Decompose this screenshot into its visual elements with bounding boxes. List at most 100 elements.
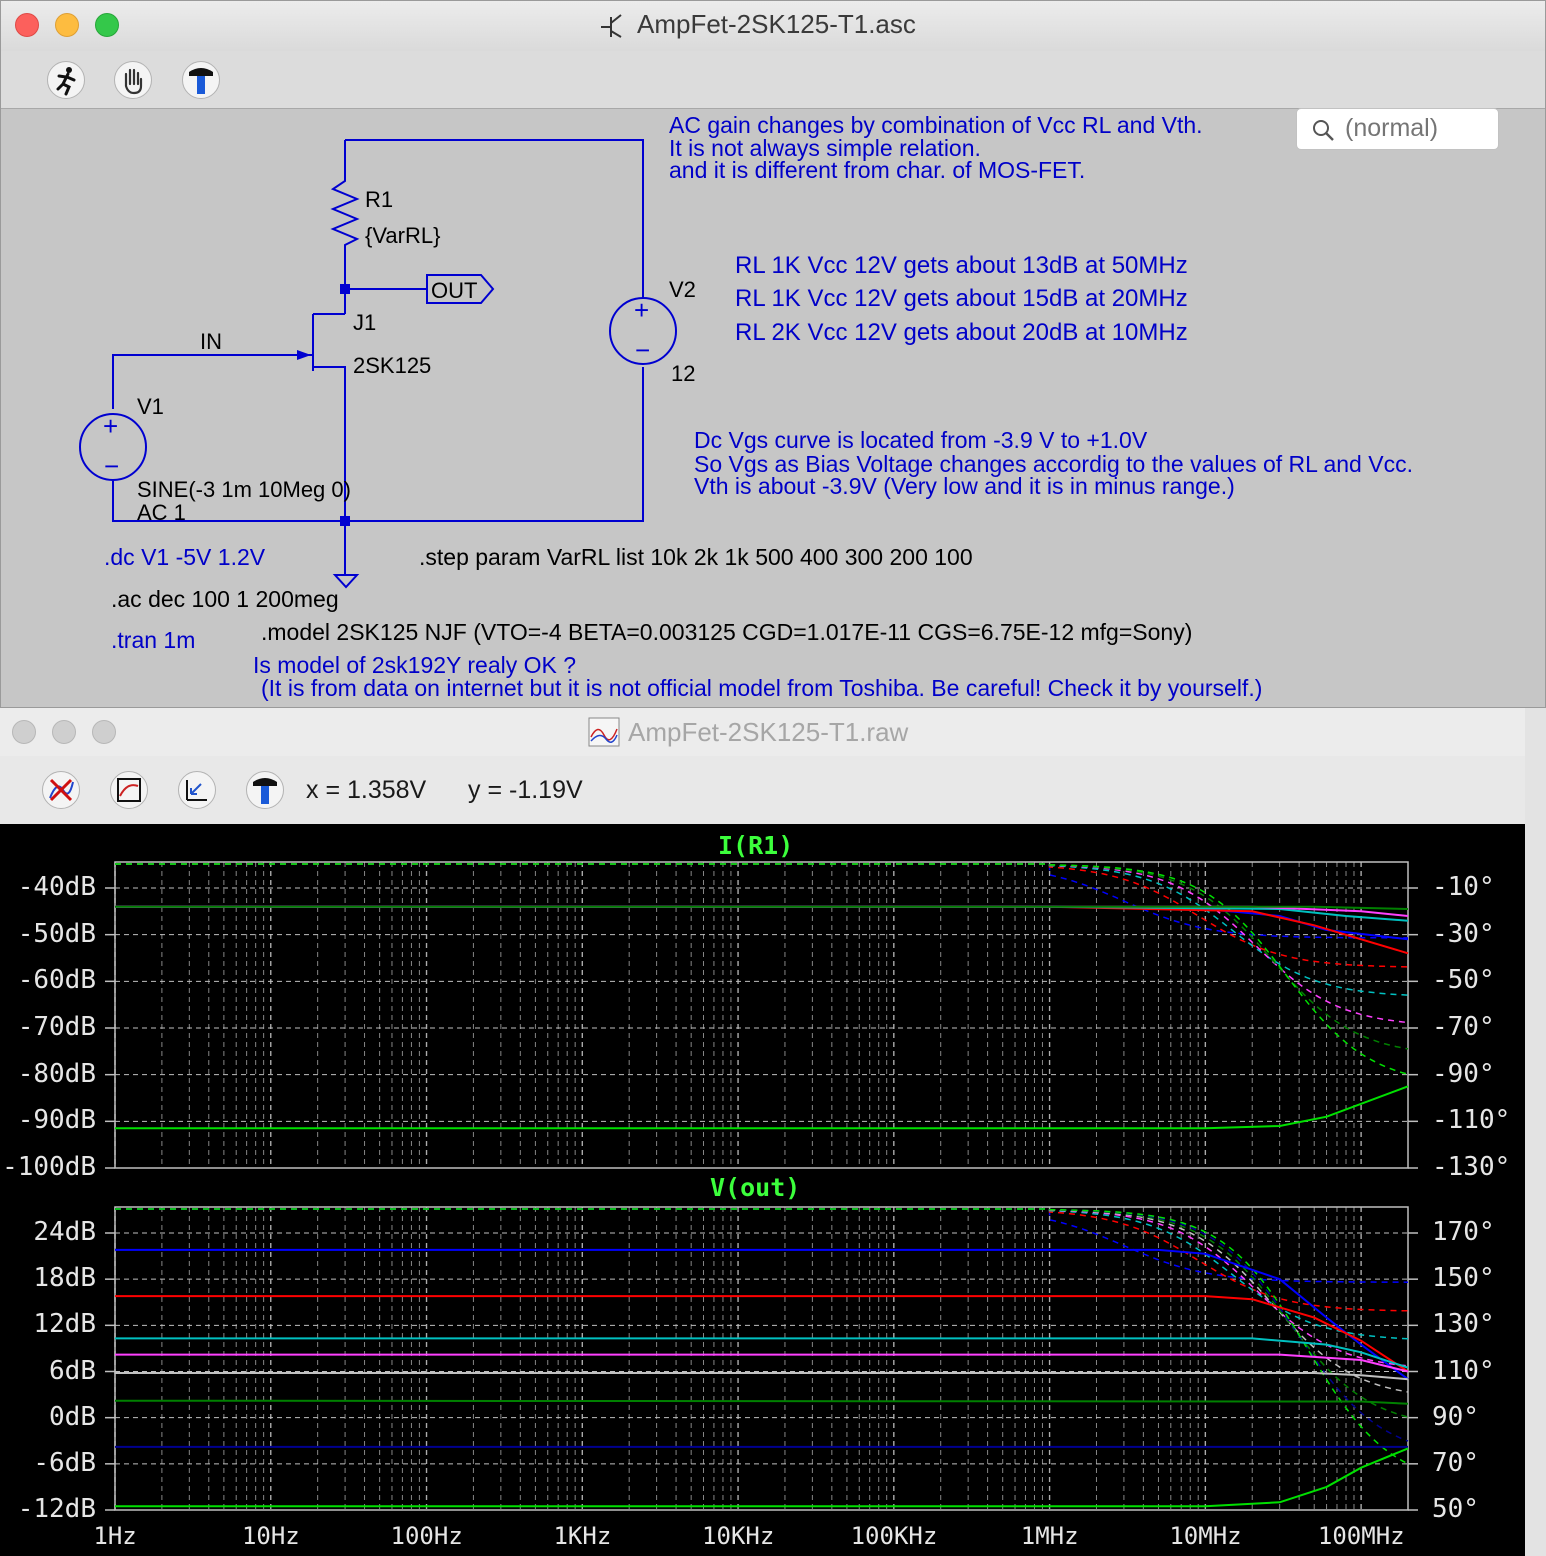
autorange-icon (117, 778, 141, 802)
pane-title-v-out[interactable]: V(out) (710, 1173, 800, 1202)
magnitude-trace (115, 1447, 1409, 1508)
v1-plus: + (103, 411, 119, 441)
y-tick-label: -90dB (17, 1105, 96, 1136)
y-tick-label: -50dB (17, 918, 96, 949)
schematic-titlebar: AmpFet-2SK125-T1.asc (1, 1, 1545, 52)
v2-name[interactable]: V2 (669, 279, 696, 301)
directive-model[interactable]: .model 2SK125 NJF (VTO=-4 BETA=0.003125 … (261, 620, 1192, 644)
magnitude-trace (115, 1353, 1409, 1373)
phase-trace (115, 863, 1409, 1050)
y-tick-label: 24dB (33, 1217, 96, 1247)
note-rl-2[interactable]: RL 1K Vcc 12V gets about 15dB at 20MHz (735, 287, 1188, 311)
zoom-button[interactable] (95, 13, 119, 37)
r1-name[interactable]: R1 (365, 189, 393, 211)
wire-v2-top (345, 139, 644, 299)
note-gain-1[interactable]: AC gain changes by combination of Vcc RL… (669, 114, 1203, 137)
phase-trace (115, 863, 1409, 1075)
y2-tick-label: -50° (1432, 965, 1495, 996)
v2-value[interactable]: 12 (671, 363, 695, 385)
y-readout: y = -1.19V (468, 776, 583, 804)
hammer-icon (253, 778, 277, 804)
x-tick-label: 10KHz (702, 1522, 775, 1550)
magnitude-trace (115, 905, 1409, 955)
zoom-button[interactable] (92, 720, 116, 744)
r1-value[interactable]: {VarRL} (365, 225, 440, 247)
j1-value[interactable]: 2SK125 (353, 355, 431, 377)
v1-value-ac[interactable]: AC 1 (137, 502, 186, 524)
x-tick-label: 1Hz (93, 1522, 137, 1550)
note-gain-3[interactable]: and it is different from char. of MOS-FE… (669, 159, 1085, 182)
magnitude-trace (114, 1399, 1409, 1405)
v1-minus: − (104, 451, 120, 481)
zoom-back-icon (186, 780, 207, 801)
v1-value-sine[interactable]: SINE(-3 1m 10Meg 0) (137, 479, 351, 501)
directive-step[interactable]: .step param VarRL list 10k 2k 1k 500 400… (419, 545, 973, 569)
schematic-toolbar (1, 51, 1545, 150)
window-title: AmpFet-2SK125-T1.asc (637, 9, 916, 39)
run-icon (56, 67, 76, 96)
v2-minus: − (635, 335, 651, 365)
x-tick-label: 10MHz (1169, 1522, 1242, 1550)
directive-ac[interactable]: .ac dec 100 1 200meg (111, 587, 339, 611)
j1-name[interactable]: J1 (353, 312, 376, 334)
magnitude-trace (115, 1085, 1409, 1130)
run-button[interactable] (47, 61, 85, 99)
jfet-drain-source (313, 313, 346, 575)
in-label[interactable]: IN (200, 331, 222, 353)
y-tick-label: 0dB (49, 1401, 96, 1432)
plot-area[interactable]: I(R1) V(out) -40dB -10° -50dB -30° -60dB -50°… (0, 824, 1525, 1556)
pan-button[interactable] (114, 61, 152, 99)
y-tick-label: -12dB (17, 1494, 96, 1524)
plot-frame (114, 1206, 1409, 1511)
waveform-window: AmpFet-2SK125-T1.raw x = 1.358V y = -1.1… (0, 708, 1525, 1556)
phase-trace (115, 863, 1409, 996)
phase-trace (115, 1208, 1409, 1465)
hammer-button[interactable] (182, 61, 220, 99)
note-model-question[interactable]: Is model of 2sk192Y realy OK ? (253, 654, 576, 677)
y-tick-label: 12dB (33, 1309, 96, 1340)
schematic-canvas[interactable]: + − + − R1 {VarRL} OUT IN J1 2SK125 V1 S… (1, 109, 1545, 707)
y-tick-label: -80dB (17, 1058, 96, 1089)
zoom-back-button[interactable] (178, 771, 216, 809)
x-tick-label: 100Hz (390, 1522, 463, 1550)
y2-tick-label: 150° (1432, 1263, 1495, 1294)
y-tick-label: -100dB (2, 1152, 96, 1182)
x-tick-label: 100MHz (1317, 1522, 1405, 1550)
y-tick-label: 6dB (49, 1355, 96, 1386)
magnitude-trace (115, 1372, 1409, 1381)
close-button[interactable] (15, 13, 39, 37)
directive-dc[interactable]: .dc V1 -5V 1.2V (104, 545, 265, 569)
y2-tick-label: 50° (1432, 1494, 1479, 1524)
junction-ground (340, 516, 350, 526)
directive-tran[interactable]: .tran 1m (111, 628, 195, 652)
x-tick-label: 1KHz (553, 1522, 612, 1550)
v1-name[interactable]: V1 (137, 396, 164, 418)
minimize-button[interactable] (55, 13, 79, 37)
note-rl-1[interactable]: RL 1K Vcc 12V gets about 13dB at 50MHz (735, 254, 1188, 278)
close-button[interactable] (12, 720, 36, 744)
y-tick-label: -40dB (17, 872, 96, 902)
y-tick-label: -70dB (17, 1012, 96, 1042)
jfet-gate-arrow (297, 350, 311, 360)
out-label[interactable]: OUT (431, 280, 477, 302)
hammer-button[interactable] (246, 771, 284, 809)
waveform-toolbar: x = 1.358V y = -1.19V (0, 756, 1525, 825)
x-tick-label: 10Hz (241, 1522, 300, 1550)
y2-tick-label: 110° (1432, 1355, 1495, 1386)
note-rl-3[interactable]: RL 2K Vcc 12V gets about 20dB at 10MHz (735, 321, 1188, 345)
minimize-button[interactable] (52, 720, 76, 744)
y2-tick-label: 70° (1432, 1447, 1479, 1478)
pane-title-i-r1[interactable]: I(R1) (718, 831, 793, 860)
autorange-button[interactable] (110, 771, 148, 809)
note-vgs-3[interactable]: Vth is about -3.9V (Very low and it is i… (694, 475, 1235, 498)
window-title: AmpFet-2SK125-T1.raw (628, 717, 909, 747)
v2-plus: + (634, 295, 650, 325)
x-tick-label: 1MHz (1020, 1522, 1079, 1550)
note-vgs-1[interactable]: Dc Vgs curve is located from -3.9 V to +… (694, 429, 1147, 452)
hand-icon (124, 68, 143, 95)
hammer-icon (189, 68, 213, 94)
window-edge (1525, 708, 1546, 1556)
clear-traces-button[interactable] (42, 771, 80, 809)
note-model-warning[interactable]: (It is from data on internet but it is n… (261, 677, 1262, 700)
y2-tick-label: -110° (1432, 1105, 1511, 1136)
